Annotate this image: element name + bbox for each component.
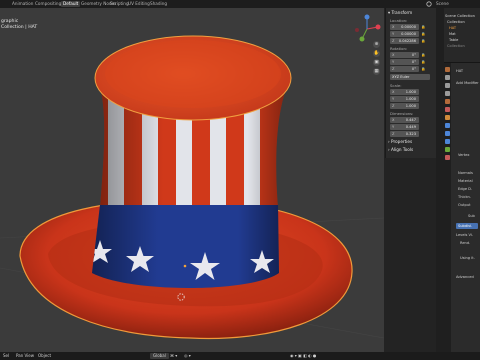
zoom-icon[interactable]: ⊕ xyxy=(373,41,380,48)
dimension-x-field[interactable]: X 0.447 xyxy=(390,117,419,123)
camera-icon[interactable]: ▣ xyxy=(373,59,380,66)
tab-default[interactable]: Default xyxy=(61,1,81,7)
view-perspective-label: graphic xyxy=(1,19,19,24)
scale-y-field[interactable]: Y 1.000 xyxy=(390,96,419,102)
status-select: Sel xyxy=(3,353,10,358)
location-z-field[interactable]: Z 0.042286 xyxy=(390,38,419,44)
dimensions-label: Dimensions: xyxy=(390,111,414,116)
outliner-item[interactable]: Mat xyxy=(449,32,456,37)
prop-label: Rend. xyxy=(460,241,471,245)
proportional-edit-icon[interactable]: ◎ ▾ xyxy=(184,353,191,359)
outliner: Scene Collection Collection HAT Mat Tabl… xyxy=(444,8,480,63)
sidebar-tab-strip[interactable] xyxy=(436,8,444,352)
output-icon[interactable] xyxy=(445,83,450,88)
properties-tab-strip xyxy=(444,63,451,352)
align-tools-header[interactable]: › Align Tools xyxy=(388,147,413,152)
prop-label[interactable]: Thickn. xyxy=(458,195,471,199)
modifier-wrench-icon[interactable] xyxy=(445,123,450,128)
prop-label[interactable]: Material xyxy=(458,179,473,183)
lock-icon[interactable]: 🔒 xyxy=(421,24,426,30)
rotation-label: Rotation: xyxy=(390,46,408,51)
rotation-y-field[interactable]: Y 0° xyxy=(390,59,419,65)
pan-hand-icon[interactable]: ✋ xyxy=(373,50,380,57)
scene-icon xyxy=(426,1,432,7)
modifier-name[interactable]: Sub xyxy=(468,214,475,218)
tab-animation[interactable]: Animation xyxy=(10,1,35,7)
object-icon[interactable] xyxy=(445,115,450,120)
add-modifier-button[interactable]: Add Modifier xyxy=(456,81,479,85)
prop-label[interactable]: Normals xyxy=(458,171,473,175)
scene-icon[interactable] xyxy=(445,99,450,104)
status-bar: Sel Pan View Object Global ⌘ ▾ ◎ ▾ ◉ ▾ ▣… xyxy=(0,352,480,360)
location-label: Location: xyxy=(390,18,408,23)
advanced-section[interactable]: Advanced xyxy=(456,275,474,279)
status-object: Object xyxy=(38,353,52,358)
prop-label: Vertex xyxy=(458,153,470,157)
object-name-label: HAT xyxy=(456,69,464,73)
tab-compositing[interactable]: Compositing xyxy=(33,1,63,7)
transform-orientation-dropdown[interactable]: Global xyxy=(150,353,169,359)
scale-x-field[interactable]: X 1.000 xyxy=(390,89,419,95)
subdivision-mode-button[interactable]: Subdivi. xyxy=(456,223,478,229)
lock-icon[interactable]: 🔒 xyxy=(421,59,426,65)
hat-render xyxy=(0,35,384,340)
outliner-item[interactable]: Collection xyxy=(447,20,465,25)
rotation-x-field[interactable]: X 0° xyxy=(390,52,419,58)
prop-label[interactable]: Output xyxy=(458,203,470,207)
navigation-gizmo[interactable] xyxy=(352,14,382,44)
prop-label[interactable]: Using it. xyxy=(460,256,475,260)
properties-header[interactable]: › Properties xyxy=(388,139,412,144)
view-collection-label: Collection | HAT xyxy=(1,25,38,30)
location-y-field[interactable]: Y 0.00000 xyxy=(390,31,419,37)
lock-icon[interactable]: 🔒 xyxy=(421,52,426,58)
workspace-tab-bar: Animation Compositing Default Geometry N… xyxy=(0,0,480,8)
lock-icon[interactable]: 🔒 xyxy=(421,66,426,72)
particles-icon[interactable] xyxy=(445,131,450,136)
outliner-item[interactable]: HAT xyxy=(449,26,456,31)
location-x-field[interactable]: X 0.00000 xyxy=(390,24,419,30)
rotation-mode-dropdown[interactable]: XYZ Euler xyxy=(390,74,430,80)
viewport-overlay-icons[interactable]: ◉ ▾ ▣ ◧ ◐ ● xyxy=(290,353,316,359)
grid-view-icon[interactable]: ▦ xyxy=(373,68,380,75)
scale-z-field[interactable]: Z 1.000 xyxy=(390,103,419,109)
tool-icon[interactable] xyxy=(445,67,450,72)
snap-icon[interactable]: ⌘ ▾ xyxy=(170,353,177,359)
scale-label: Scale: xyxy=(390,83,402,88)
lock-icon[interactable]: 🔒 xyxy=(421,31,426,37)
prop-label: Levels Vi. xyxy=(456,233,474,237)
view-layer-icon[interactable] xyxy=(445,91,450,96)
dimension-z-field[interactable]: Z 0.323 xyxy=(390,131,419,137)
transform-header[interactable]: ▾ Transform xyxy=(388,10,412,15)
3d-viewport[interactable]: graphic Collection | HAT ⊕ ✋ ▣ ▦ xyxy=(0,8,384,352)
rotation-z-field[interactable]: Z 0° xyxy=(390,66,419,72)
material-icon[interactable] xyxy=(445,155,450,160)
tab-shading[interactable]: Shading xyxy=(148,1,169,7)
data-icon[interactable] xyxy=(445,147,450,152)
prop-label[interactable]: Edge D. xyxy=(458,187,472,191)
world-icon[interactable] xyxy=(445,107,450,112)
outliner-item[interactable]: Table xyxy=(449,38,458,43)
outliner-scene-collection[interactable]: Scene Collection xyxy=(445,14,475,19)
physics-icon[interactable] xyxy=(445,139,450,144)
outliner-item[interactable]: Collection xyxy=(447,44,465,49)
dimension-y-field[interactable]: Y 0.449 xyxy=(390,124,419,130)
render-icon[interactable] xyxy=(445,75,450,80)
sidebar-n-panel: ▾ Transform Location: X 0.00000 Y 0.00000 … xyxy=(385,8,436,158)
scene-selector[interactable]: Scene xyxy=(434,1,451,7)
status-pan-view: Pan View xyxy=(16,353,34,358)
lock-icon[interactable]: 🔒 xyxy=(421,38,426,44)
